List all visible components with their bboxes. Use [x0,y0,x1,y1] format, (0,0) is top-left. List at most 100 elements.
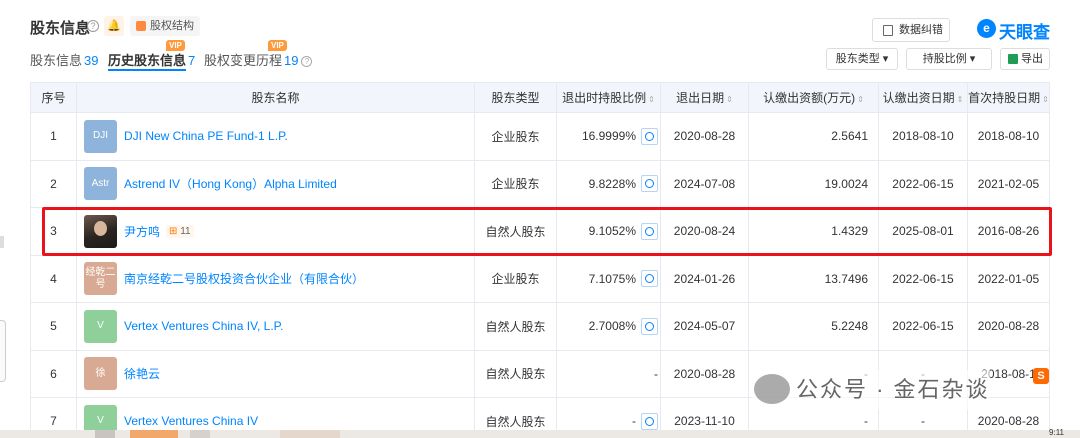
avatar[interactable]: Astr [84,167,117,201]
cell-seq: 3 [30,207,77,256]
tab-count: 19 [284,53,299,68]
cell-capital: 5.2248 [748,302,879,351]
cell-capital: 19.0024 [748,159,879,208]
vip-badge: VIP [166,40,185,51]
share-ratio-dropdown[interactable]: 持股比例 ▾ [906,48,992,70]
left-edge-handle[interactable] [0,236,4,248]
active-tab-indicator [108,69,186,71]
left-side-panel[interactable] [0,320,6,382]
edit-icon [883,25,893,36]
cell-capital: 13.7496 [748,254,879,303]
taskbar-item[interactable] [190,430,210,438]
taskbar-item[interactable] [130,430,178,438]
col-header-seq: 序号 [30,82,77,113]
tab-shareholders[interactable]: 股东信息 39 [30,50,98,69]
cell-capital-date: 2025-08-01 [878,207,968,256]
export-button[interactable]: 导出 [1000,48,1050,70]
cell-ratio: 9.1052% [556,207,661,256]
cell-type: 自然人股东 [474,302,557,351]
table-row: 3 尹方鸣 ⊞ 11 自然人股东 9.1052% 2020-08-24 1.4329 2025… [30,207,1050,256]
taskbar-item[interactable] [280,430,340,438]
cell-first-date: 2020-08-28 [967,302,1050,351]
cell-capital-date: 2022-06-15 [878,302,968,351]
shareholder-name-link[interactable]: Vertex Ventures China IV [124,414,258,428]
col-header-type: 股东类型 [474,82,557,113]
taskbar-item[interactable] [95,430,115,438]
avatar[interactable] [84,214,117,248]
avatar[interactable]: V [84,309,117,343]
section-header: 股东信息 ? 🔔 股权结构 数据纠错 e 天眼查 [30,14,1050,42]
taskbar [0,430,1080,438]
equity-structure-icon [136,21,146,31]
cell-type: 企业股东 [474,112,557,161]
cell-first-date: 2018-08-10 [967,112,1050,161]
shareholder-name-link[interactable]: Vertex Ventures China IV, L.P. [124,319,283,333]
avatar[interactable]: 经乾二号 [84,262,117,296]
ownership-chart-icon[interactable] [641,412,658,430]
table-header-row: 序号 股东名称 股东类型 退出时持股比例 ⇕ 退出日期 ⇕ 认缴出资额(万元) ⇕ 认… [30,82,1050,113]
equity-structure-label: 股权结构 [150,20,194,32]
shareholder-name-link[interactable]: Astrend IV（Hong Kong）Alpha Limited [124,175,337,192]
cell-type: 自然人股东 [474,349,557,398]
shareholder-name-link[interactable]: 尹方鸣 [124,223,160,240]
col-header-name: 股东名称 [76,82,475,113]
ownership-chart-icon[interactable] [641,127,658,145]
sort-icon[interactable]: ⇕ [648,95,655,104]
cell-ratio: 16.9999% [556,112,661,161]
avatar[interactable]: 徐 [84,357,117,391]
sort-icon[interactable]: ⇕ [857,95,864,104]
corner-badge-icon[interactable]: S [1033,368,1049,384]
cell-seq: 5 [30,302,77,351]
help-icon[interactable]: ? [87,20,99,32]
watermark: 公众号 · 金石杂谈 [752,370,990,410]
bell-icon[interactable]: 🔔 [104,16,124,36]
cell-capital: 1.4329 [748,207,879,256]
wechat-icon [754,374,790,404]
data-correction-label: 数据纠错 [899,24,943,36]
data-correction-button[interactable]: 数据纠错 [872,18,950,42]
cell-name: 经乾二号 南京经乾二号股权投资合伙企业（有限合伙） [76,254,475,303]
sort-icon[interactable]: ⇕ [1042,95,1049,104]
related-count-badge[interactable]: ⊞ 11 [166,224,194,238]
cell-name: V Vertex Ventures China IV, L.P. [76,302,475,351]
col-header-exit-date[interactable]: 退出日期 ⇕ [660,82,749,113]
shareholder-name-link[interactable]: 南京经乾二号股权投资合伙企业（有限合伙） [124,270,364,287]
cell-first-date: 2021-02-05 [967,159,1050,208]
tab-equity-change-history[interactable]: VIP 股权变更历程 19? [204,40,313,69]
cell-seq: 6 [30,349,77,398]
cell-seq: 4 [30,254,77,303]
cell-first-date: 2016-08-26 [967,207,1050,256]
ownership-chart-icon[interactable] [641,270,658,288]
table-row: 2 Astr Astrend IV（Hong Kong）Alpha Limited 企… [30,159,1050,208]
cell-seq: 2 [30,159,77,208]
cell-first-date: 2022-01-05 [967,254,1050,303]
section-title: 股东信息 [30,20,91,37]
cell-exit-date: 2020-08-28 [660,349,749,398]
equity-structure-button[interactable]: 股权结构 [130,16,200,36]
shareholder-type-dropdown[interactable]: 股东类型 ▾ [826,48,898,70]
tab-count: 7 [188,53,196,68]
cell-capital-date: 2022-06-15 [878,159,968,208]
cell-ratio: 7.1075% [556,254,661,303]
ownership-chart-icon[interactable] [641,317,658,335]
avatar[interactable]: DJI [84,119,117,153]
shareholder-name-link[interactable]: 徐艳云 [124,365,160,382]
shareholder-name-link[interactable]: DJI New China PE Fund-1 L.P. [124,129,288,143]
help-icon[interactable]: ? [301,56,313,67]
sort-icon[interactable]: ⇕ [726,95,733,104]
ownership-chart-icon[interactable] [641,222,658,240]
cell-name: Astr Astrend IV（Hong Kong）Alpha Limited [76,159,475,208]
col-header-ratio[interactable]: 退出时持股比例 ⇕ [556,82,661,113]
ownership-chart-icon[interactable] [641,175,658,193]
tab-history-shareholders[interactable]: VIP 历史股东信息 7 [108,40,196,69]
sort-icon[interactable]: ⇕ [957,95,964,104]
col-header-capital[interactable]: 认缴出资额(万元) ⇕ [748,82,879,113]
col-header-first-date[interactable]: 首次持股日期 ⇕ [967,82,1050,113]
excel-icon [1008,54,1018,64]
clock: 9:11 [1049,428,1064,437]
cell-exit-date: 2024-05-07 [660,302,749,351]
col-header-capital-date[interactable]: 认缴出资日期 ⇕ [878,82,968,113]
cell-seq: 1 [30,112,77,161]
table-row: 1 DJI DJI New China PE Fund-1 L.P. 企业股东 16.9… [30,112,1050,161]
cell-name: 徐徐艳云 [76,349,475,398]
